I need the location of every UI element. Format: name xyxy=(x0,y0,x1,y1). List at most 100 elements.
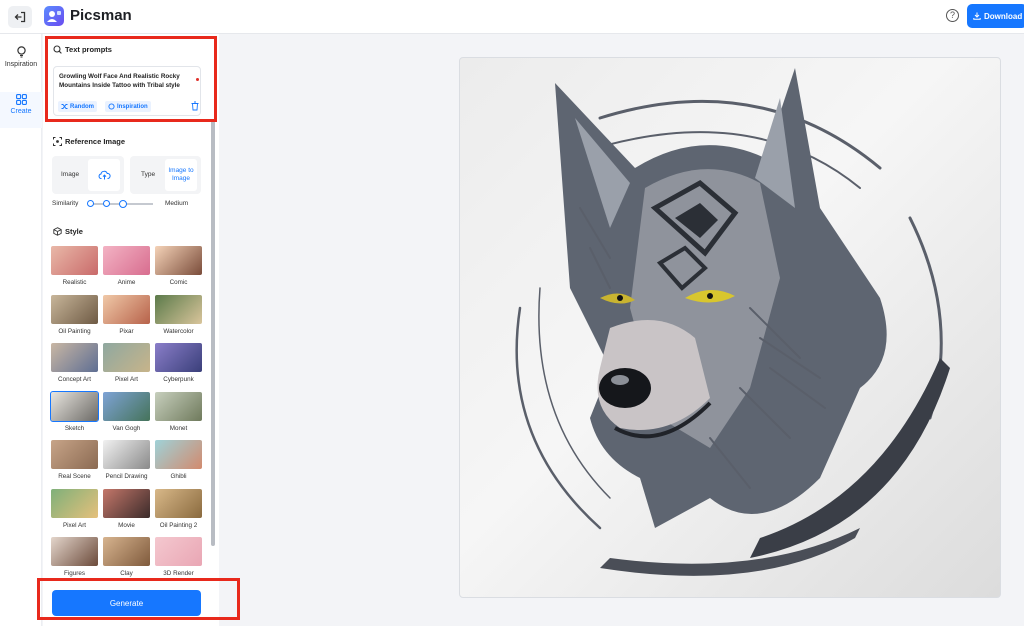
style-option-pencil-drawing[interactable]: Pencil Drawing xyxy=(103,440,150,480)
style-title: Style xyxy=(65,227,83,236)
type-label: Type xyxy=(141,171,156,178)
help-icon[interactable]: ? xyxy=(946,9,959,22)
nav-label-create: Create xyxy=(10,108,32,115)
style-option-oil-painting[interactable]: Oil Painting xyxy=(51,294,98,335)
nav-item-create[interactable]: Create xyxy=(0,92,42,128)
style-thumbnail[interactable] xyxy=(103,391,150,421)
style-thumbnail[interactable] xyxy=(155,440,202,469)
style-thumbnail[interactable] xyxy=(155,246,202,275)
style-option-van-gogh[interactable]: Van Gogh xyxy=(103,391,150,432)
style-option-label: Sketch xyxy=(64,424,85,432)
style-option-monet[interactable]: Monet xyxy=(155,391,202,432)
exit-icon xyxy=(14,11,26,23)
type-value[interactable]: Image to Image xyxy=(165,159,197,191)
style-option-figures[interactable]: Figures xyxy=(51,537,98,577)
style-option-label: Movie xyxy=(118,521,135,529)
style-thumbnail[interactable] xyxy=(51,246,98,275)
generate-button[interactable]: Generate xyxy=(52,590,201,616)
style-thumbnail[interactable] xyxy=(155,391,202,421)
style-option-watercolor[interactable]: Watercolor xyxy=(155,294,202,335)
style-thumbnail[interactable] xyxy=(155,343,202,372)
style-option-3d-render[interactable]: 3D Render xyxy=(155,537,202,577)
style-option-concept-art[interactable]: Concept Art xyxy=(51,343,98,383)
style-option-label: Pixel Art xyxy=(62,521,87,529)
recording-dot xyxy=(196,78,199,81)
cloud-upload-icon xyxy=(98,170,111,180)
create-panel: Text prompts Growling Wolf Face And Real… xyxy=(43,34,219,626)
upload-image-button[interactable] xyxy=(88,159,120,191)
grid-icon xyxy=(15,94,27,105)
random-label: Random xyxy=(70,103,94,110)
style-option-comic[interactable]: Comic xyxy=(155,246,202,286)
style-option-movie[interactable]: Movie xyxy=(103,488,150,529)
style-thumbnail[interactable] xyxy=(50,390,99,422)
download-button[interactable]: Download xyxy=(967,4,1024,28)
style-thumbnail[interactable] xyxy=(51,294,98,324)
style-thumbnail[interactable] xyxy=(103,246,150,275)
lightbulb-icon xyxy=(16,46,26,58)
style-option-label: Watercolor xyxy=(163,327,194,335)
reference-image-title: Reference Image xyxy=(65,137,126,146)
nav-label-inspiration: Inspiration xyxy=(4,61,38,68)
text-prompts-title: Text prompts xyxy=(65,45,112,54)
style-option-label: Cyberpunk xyxy=(163,376,194,383)
prompt-textarea[interactable]: Growling Wolf Face And Realistic Rocky M… xyxy=(53,66,201,116)
reference-image-heading: Reference Image xyxy=(53,137,125,146)
style-option-label: Ghibli xyxy=(170,473,187,480)
similarity-stop-medium-low[interactable] xyxy=(103,200,110,207)
style-option-label: Oil Painting xyxy=(58,327,91,335)
style-option-label: Concept Art xyxy=(58,376,91,383)
style-thumbnail[interactable] xyxy=(51,440,98,469)
style-option-pixar[interactable]: Pixar xyxy=(103,294,150,335)
random-button[interactable]: Random xyxy=(58,101,97,112)
style-thumbnail[interactable] xyxy=(103,294,150,324)
style-thumbnail[interactable] xyxy=(155,488,202,518)
style-option-label: Clay xyxy=(120,570,133,577)
style-thumbnail[interactable] xyxy=(155,537,202,566)
style-option-real-scene[interactable]: Real Scene xyxy=(51,440,98,480)
style-option-label: Realistic xyxy=(62,279,87,286)
style-option-label: Monet xyxy=(169,424,188,432)
cube-icon xyxy=(53,227,62,236)
inspiration-button[interactable]: Inspiration xyxy=(105,101,151,112)
wolf-tattoo-illustration xyxy=(515,68,950,576)
style-option-label: Pixar xyxy=(119,327,134,335)
style-thumbnail[interactable] xyxy=(103,537,150,566)
similarity-stop-low[interactable] xyxy=(87,200,94,207)
nav-item-inspiration[interactable]: Inspiration xyxy=(0,46,42,68)
style-thumbnail[interactable] xyxy=(103,488,150,518)
image-upload-tile[interactable]: Image xyxy=(52,156,124,194)
similarity-label: Similarity xyxy=(52,200,79,207)
exit-button[interactable] xyxy=(8,6,32,28)
style-option-clay[interactable]: Clay xyxy=(103,537,150,577)
panel-scrollbar[interactable] xyxy=(211,120,215,546)
trash-icon[interactable] xyxy=(190,101,200,111)
prompt-text[interactable]: Growling Wolf Face And Realistic Rocky M… xyxy=(59,73,193,90)
download-icon xyxy=(973,12,981,20)
similarity-slider-handle[interactable] xyxy=(119,200,127,208)
style-option-cyberpunk[interactable]: Cyberpunk xyxy=(155,343,202,383)
style-option-ghibli[interactable]: Ghibli xyxy=(155,440,202,480)
inspiration-label: Inspiration xyxy=(117,103,148,110)
similarity-slider-rest xyxy=(142,203,153,205)
style-thumbnail[interactable] xyxy=(51,343,98,372)
style-option-sketch[interactable]: Sketch xyxy=(50,390,99,432)
style-thumbnail[interactable] xyxy=(103,440,150,469)
magic-search-icon xyxy=(53,45,62,54)
style-thumbnail[interactable] xyxy=(51,488,98,518)
text-prompts-heading: Text prompts xyxy=(53,45,112,54)
sparkle-icon xyxy=(108,103,115,110)
left-nav: Inspiration Create xyxy=(0,34,42,626)
generated-image[interactable] xyxy=(459,57,1001,598)
type-tile[interactable]: Type Image to Image xyxy=(130,156,201,194)
image-label: Image xyxy=(61,171,80,178)
style-thumbnail[interactable] xyxy=(103,343,150,372)
style-thumbnail[interactable] xyxy=(51,537,98,566)
style-option-pixel-art[interactable]: Pixel Art xyxy=(51,488,98,529)
style-option-label: Pencil Drawing xyxy=(105,473,148,480)
style-option-oil-painting-2[interactable]: Oil Painting 2 xyxy=(155,488,202,529)
style-thumbnail[interactable] xyxy=(155,294,202,324)
style-option-anime[interactable]: Anime xyxy=(103,246,150,286)
style-option-pixel-art[interactable]: Pixel Art xyxy=(103,343,150,383)
style-option-realistic[interactable]: Realistic xyxy=(51,246,98,286)
